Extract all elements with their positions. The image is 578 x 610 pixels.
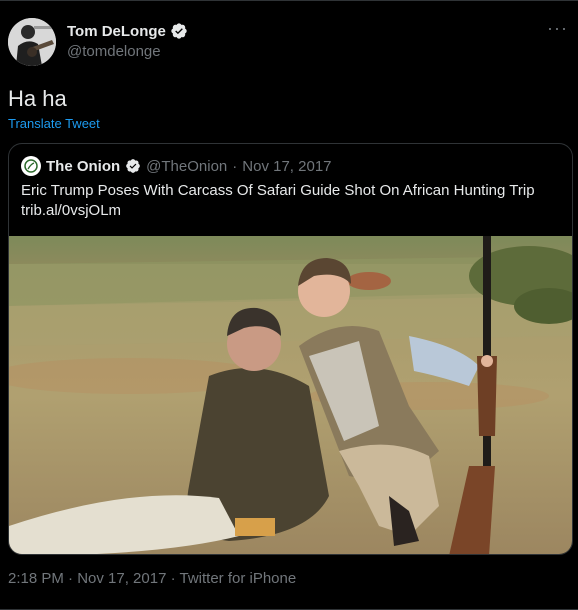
author-handle[interactable]: @tomdelonge	[67, 43, 161, 60]
quoted-author-name[interactable]: The Onion	[46, 158, 120, 175]
author-avatar[interactable]	[8, 18, 56, 66]
author-name-label[interactable]: Tom DeLonge	[67, 23, 166, 40]
quoted-date[interactable]: Nov 17, 2017	[242, 158, 331, 175]
verified-badge-icon	[171, 23, 187, 39]
quoted-verified-badge-icon	[126, 159, 141, 173]
quoted-author-handle[interactable]: @TheOnion	[146, 158, 227, 175]
translate-tweet-link[interactable]: Translate Tweet	[8, 116, 100, 131]
onion-logo-graphic	[24, 159, 38, 173]
avatar-photo-icon	[8, 18, 56, 66]
quoted-tweet-header: The Onion @TheOnion · Nov 17, 2017	[21, 156, 332, 176]
tweet-timestamp[interactable]: 2:18 PM · Nov 17, 2017 · Twitter for iPh…	[8, 570, 296, 587]
tweet-text: Ha ha	[8, 86, 67, 111]
quoted-tweet[interactable]: The Onion @TheOnion · Nov 17, 2017 Eric …	[8, 143, 573, 555]
quoted-tweet-image[interactable]	[9, 236, 572, 554]
quoted-headline: Eric Trump Poses With Carcass Of Safari …	[21, 182, 535, 199]
onion-logo-icon[interactable]	[21, 156, 41, 176]
safari-photo	[9, 236, 572, 554]
tweet[interactable]: Tom DeLonge @tomdelonge ··· Ha ha Transl…	[0, 0, 578, 610]
quoted-tweet-text: Eric Trump Poses With Carcass Of Safari …	[21, 181, 561, 221]
more-options-icon[interactable]: ···	[547, 19, 568, 37]
quoted-separator: ·	[232, 157, 238, 175]
author-name[interactable]: Tom DeLonge	[67, 22, 188, 40]
quoted-link[interactable]: trib.al/0vsjOLm	[21, 201, 561, 221]
